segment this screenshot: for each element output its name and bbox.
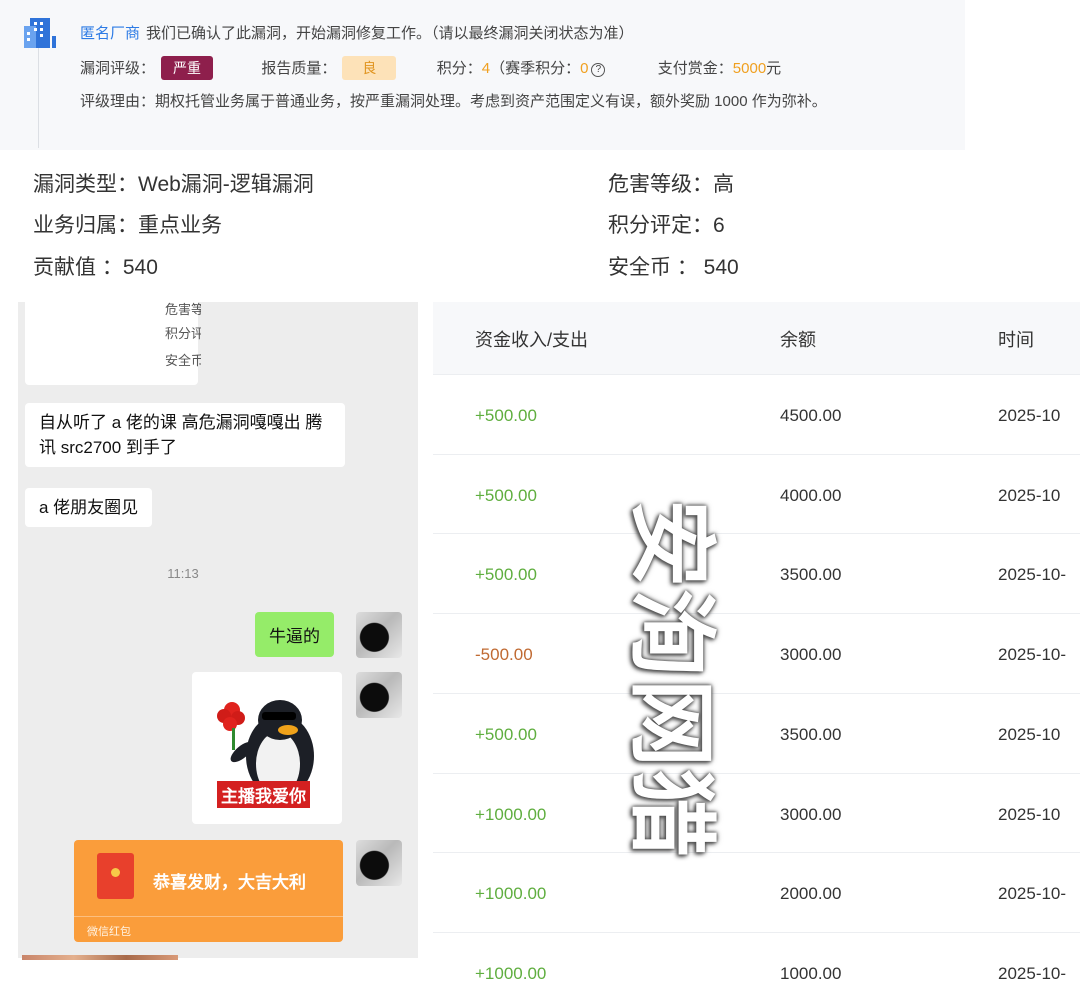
vendor-rating-row: 漏洞评级： 严重 报告质量： 良 积分：4（赛季积分：0? 支付赏金：5000元 [80,56,781,80]
red-packet-message[interactable]: 恭喜发财，大吉大利 微信红包 [74,840,343,942]
cell-amount: +500.00 [475,485,537,505]
cell-time: 2025-10 [998,724,1061,744]
harm-level: 危害等级：高 [608,173,734,196]
bounty-unit: 元 [766,60,782,77]
chat-panel: 危害等级 积分评定 安全币 自从听了 a 佬的课 高危漏洞嘎嘎出 腾讯 src2… [18,302,418,958]
cell-balance: 3500.00 [780,724,842,744]
divider [74,916,343,917]
security-coin: 安全币 ： 540 [608,256,739,279]
cell-amount: +500.00 [475,724,537,744]
building-icon [24,18,56,48]
incoming-message[interactable]: 自从听了 a 佬的课 高危漏洞嘎嘎出 腾讯 src2700 到手了 [25,403,345,467]
row-divider [433,533,1080,535]
vendor-message: 我们已确认了此漏洞，开始漏洞修复工作。（请以最终漏洞关闭状态为准） [146,25,634,42]
transaction-table: 资金收入/支出 余额 时间 +500.00 4500.00 2025-10 +500.… [433,302,1080,1002]
cell-balance: 1000.00 [780,963,842,983]
avatar[interactable] [356,672,402,718]
table-header: 资金收入/支出 余额 时间 [433,302,1080,374]
red-packet-icon [97,853,134,899]
clip-line: 安全币 [165,353,201,368]
red-packet-title: 恭喜发财，大吉大利 [153,873,306,892]
cell-time: 2025-10- [998,963,1067,983]
cell-time: 2025-10 [998,406,1061,425]
bounty-label: 支付赏金： [657,60,733,77]
vuln-type: 漏洞类型：Web漏洞-逻辑漏洞 [33,173,314,196]
sticker-message[interactable]: 主播我爱你 [192,672,342,824]
vendor-name-link[interactable]: 匿名厂商 [80,25,140,42]
season-label: （赛季积分： [490,60,581,77]
row-divider [433,692,1080,694]
points-value: 4 [481,60,491,77]
season-value: 0 [580,60,589,77]
cell-balance: 3500.00 [780,565,842,585]
cell-time: 2025-10- [998,884,1067,904]
business-belonging: 业务归属：重点业务 [33,214,222,237]
clip-line: 积分评定 [165,326,201,341]
cell-amount: +500.00 [475,406,537,425]
cell-time: 2025-10 [998,485,1061,505]
vendor-comment-panel: 匿名厂商 我们已确认了此漏洞，开始漏洞修复工作。（请以最终漏洞关闭状态为准） 漏洞… [0,0,965,150]
cell-time: 2025-10 [998,804,1061,824]
cell-amount: -500.00 [475,645,533,665]
row-divider [433,613,1080,615]
header-time: 时间 [998,330,1034,350]
avatar[interactable] [356,612,402,658]
row-divider [433,374,1080,375]
rating-reason: 评级理由：期权托管业务属于普通业务，按严重漏洞处理。考虑到资产范围定义有误，额外… [80,93,827,110]
cropped-image-strip [22,955,178,960]
help-icon[interactable]: ? [591,63,606,77]
cell-balance: 4500.00 [780,406,842,425]
header-amount: 资金收入/支出 [475,330,589,350]
row-divider [433,852,1080,854]
cell-balance: 3000.00 [780,645,842,665]
cell-time: 2025-10- [998,565,1067,585]
incoming-message[interactable]: a 佬朋友圈见 [25,488,153,527]
cell-balance: 4000.00 [780,485,842,505]
vendor-message-row: 匿名厂商 我们已确认了此漏洞，开始漏洞修复工作。（请以最终漏洞关闭状态为准） [80,22,634,43]
header-balance: 余额 [780,330,816,350]
avatar[interactable] [356,840,402,886]
thread-line [38,48,39,148]
cell-amount: +500.00 [475,565,537,585]
sticker-caption: 主播我爱你 [217,781,310,808]
cell-time: 2025-10- [998,645,1067,665]
quality-label: 报告质量： [261,60,337,77]
cell-amount: +1000.00 [475,963,547,983]
red-packet-label: 微信红包 [87,926,131,938]
cell-balance: 3000.00 [780,804,842,824]
forwarded-card[interactable]: 危害等级 积分评定 安全币 [25,302,201,385]
row-divider [433,772,1080,774]
rating-badge: 严重 [161,56,214,80]
rating-label: 漏洞评级： [80,60,156,77]
row-divider [433,453,1080,455]
bounty-value: 5000 [732,60,767,77]
cell-balance: 2000.00 [780,884,842,904]
quality-badge: 良 [342,56,397,80]
cell-amount: +1000.00 [475,884,547,904]
row-divider [433,931,1080,933]
clip-line: 危害等级 [165,302,201,317]
outgoing-message[interactable]: 牛逼的 [255,612,334,657]
score-rating: 积分评定：6 [608,214,725,237]
cell-amount: +1000.00 [475,804,547,824]
contribution-value: 贡献值 ：540 [33,256,158,279]
points-label: 积分： [436,60,482,77]
chat-timestamp: 11:13 [167,566,199,581]
